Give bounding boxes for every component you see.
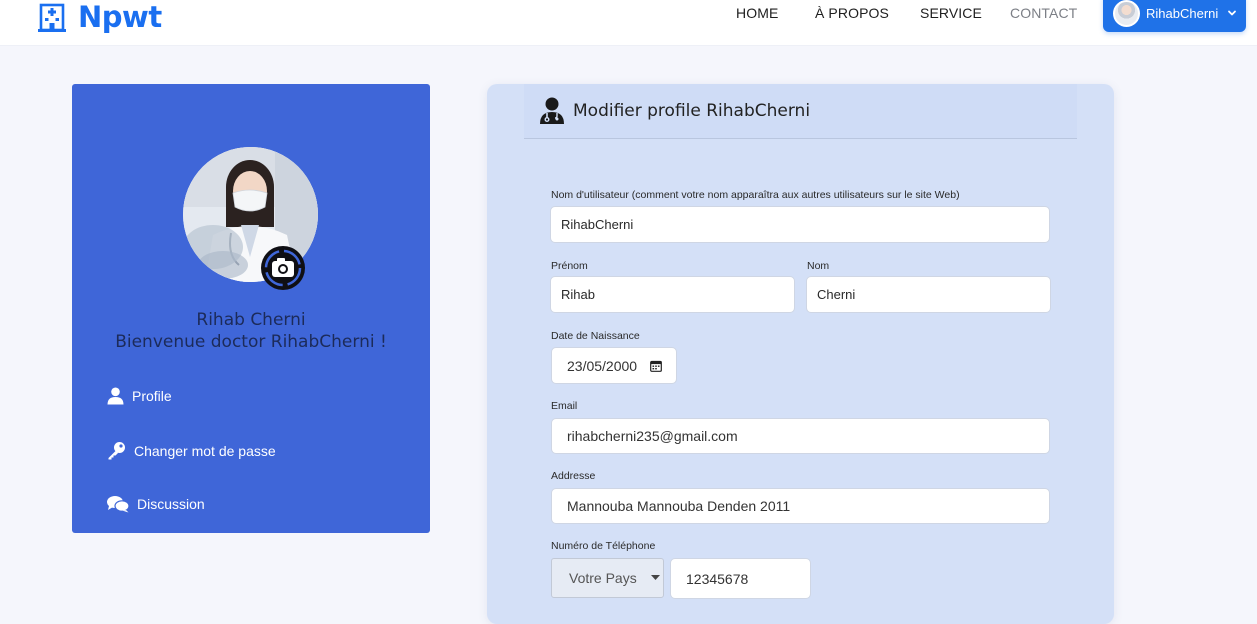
sidebar-item-label: Profile	[132, 388, 172, 404]
top-navbar: Npwt HOME À PROPOS SERVICE CONTACT Rihab…	[0, 0, 1257, 46]
nav-link-contact[interactable]: CONTACT	[1010, 5, 1077, 21]
nav-link-about[interactable]: À PROPOS	[815, 5, 889, 21]
birthdate-label: Date de Naissance	[551, 330, 640, 342]
email-input[interactable]: rihabcherni235@gmail.com	[551, 418, 1050, 454]
birthdate-value: 23/05/2000	[567, 357, 638, 374]
profile-welcome: Bienvenue doctor RihabCherni !	[115, 332, 387, 352]
sidebar-item-label: Discussion	[137, 496, 205, 512]
email-label: Email	[551, 400, 578, 412]
address-input[interactable]: Mannouba Mannouba Denden 2011	[551, 488, 1050, 524]
birthdate-input[interactable]: 23/05/2000	[551, 347, 677, 384]
username-label: Nom d'utilisateur (comment votre nom app…	[551, 189, 960, 201]
sidebar-item-discussion[interactable]: Discussion	[107, 495, 205, 513]
sidebar-item-profile[interactable]: Profile	[107, 387, 172, 405]
user-icon	[107, 387, 124, 405]
doctor-icon	[540, 97, 564, 124]
nav-link-home[interactable]: HOME	[736, 5, 778, 21]
brand-name: Npwt	[78, 0, 162, 34]
lastname-value: Cherni	[817, 287, 856, 302]
phone-label: Numéro de Téléphone	[551, 540, 656, 552]
firstname-value: Rihab	[561, 287, 595, 302]
calendar-icon[interactable]	[650, 360, 662, 372]
key-icon	[108, 442, 125, 460]
lastname-input[interactable]: Cherni	[806, 276, 1051, 313]
address-label: Addresse	[551, 470, 596, 482]
firstname-label: Prénom	[551, 260, 588, 272]
camera-icon[interactable]	[260, 245, 306, 291]
address-value: Mannouba Mannouba Denden 2011	[567, 498, 791, 514]
country-select[interactable]: Votre Pays	[551, 558, 664, 598]
username-value: RihabCherni	[561, 217, 634, 232]
profile-sidebar: Rihab Cherni Bienvenue doctor RihabChern…	[72, 84, 430, 533]
edit-profile-card: Modifier profile RihabCherni Nom d'utili…	[487, 84, 1114, 624]
nav-link-service[interactable]: SERVICE	[920, 5, 982, 21]
hospital-building-icon	[38, 3, 66, 32]
chat-icon	[107, 496, 129, 513]
form-title: Modifier profile RihabCherni	[573, 101, 811, 121]
sidebar-item-change-password[interactable]: Changer mot de passe	[107, 441, 276, 460]
profile-name: Rihab Cherni	[196, 310, 306, 330]
user-name: RihabCherni	[1146, 5, 1219, 21]
caret-down-icon	[650, 575, 660, 580]
user-menu-button[interactable]: RihabCherni	[1103, 0, 1246, 32]
phone-value: 12345678	[686, 570, 749, 587]
form-header: Modifier profile RihabCherni	[524, 84, 1077, 139]
brand-logo[interactable]: Npwt	[38, 0, 162, 37]
phone-input[interactable]: 12345678	[670, 558, 811, 599]
user-avatar	[1113, 0, 1140, 27]
sidebar-item-label: Changer mot de passe	[134, 442, 276, 459]
country-select-value: Votre Pays	[569, 570, 637, 586]
email-value: rihabcherni235@gmail.com	[567, 428, 738, 444]
chevron-down-icon	[1228, 10, 1237, 16]
firstname-input[interactable]: Rihab	[550, 276, 795, 313]
username-input[interactable]: RihabCherni	[550, 206, 1050, 243]
lastname-label: Nom	[807, 260, 830, 272]
